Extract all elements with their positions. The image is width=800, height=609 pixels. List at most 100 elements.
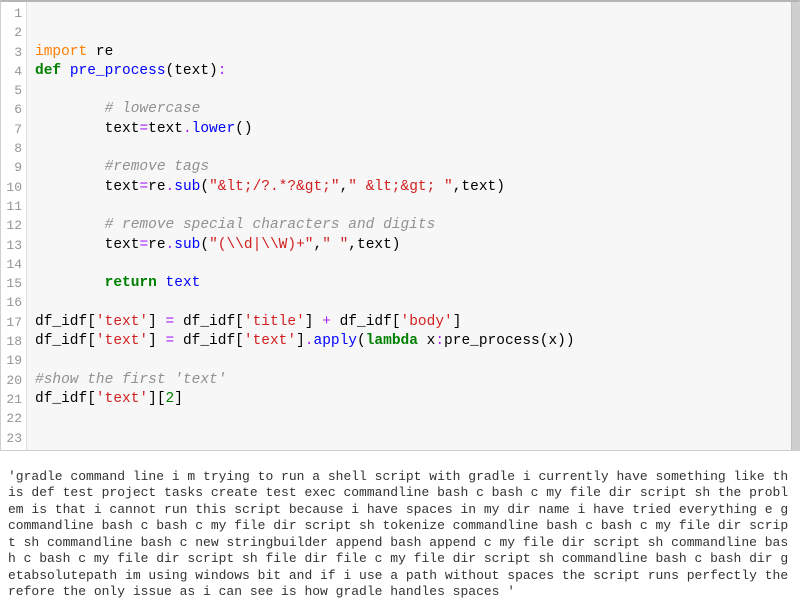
code-token: ] bbox=[296, 333, 305, 349]
code-token: df_idf[ bbox=[174, 314, 244, 330]
code-line bbox=[35, 409, 791, 428]
code-token: text bbox=[105, 237, 140, 253]
code-token: ] bbox=[148, 333, 165, 349]
code-token: text bbox=[105, 121, 140, 137]
line-number: 11 bbox=[3, 197, 22, 216]
code-line: df_idf['text'] = df_idf['text'].apply(la… bbox=[35, 332, 791, 351]
code-token: 'text' bbox=[244, 333, 296, 349]
line-number: 5 bbox=[3, 81, 22, 100]
code-token: "(\\d|\\W)+" bbox=[209, 237, 313, 253]
code-token: lambda bbox=[366, 333, 418, 349]
code-editor[interactable]: import redef pre_process(text): # lowerc… bbox=[27, 2, 791, 450]
code-line: text=re.sub("&lt;/?.*?&gt;"," &lt;&gt; "… bbox=[35, 178, 791, 197]
code-token: re bbox=[148, 237, 165, 253]
code-line bbox=[35, 139, 791, 158]
code-token: = bbox=[166, 314, 175, 330]
code-token: 2 bbox=[166, 391, 175, 407]
line-number: 6 bbox=[3, 100, 22, 119]
code-token: ] bbox=[453, 314, 462, 330]
code-token: . bbox=[183, 121, 192, 137]
code-token: # lowercase bbox=[105, 101, 201, 117]
code-line: import re bbox=[35, 43, 791, 62]
code-token: text bbox=[105, 179, 140, 195]
code-line: return text bbox=[35, 274, 791, 293]
code-token: : bbox=[435, 333, 444, 349]
code-token: ( bbox=[200, 179, 209, 195]
code-line bbox=[35, 429, 791, 448]
code-token: re bbox=[148, 179, 165, 195]
code-line: text=re.sub("(\\d|\\W)+"," ",text) bbox=[35, 236, 791, 255]
line-number: 16 bbox=[3, 293, 22, 312]
code-line: text=text.lower() bbox=[35, 120, 791, 139]
line-number: 7 bbox=[3, 120, 22, 139]
code-token: # remove special characters and digits bbox=[105, 217, 436, 233]
code-token: df_idf[ bbox=[174, 333, 244, 349]
code-line bbox=[35, 197, 791, 216]
line-number: 4 bbox=[3, 62, 22, 81]
code-token: text bbox=[166, 275, 201, 291]
line-number: 12 bbox=[3, 216, 22, 235]
line-number: 15 bbox=[3, 274, 22, 293]
code-line bbox=[35, 23, 791, 42]
code-token: ] bbox=[305, 314, 322, 330]
code-token: ( bbox=[200, 237, 209, 253]
line-number: 18 bbox=[3, 332, 22, 351]
line-number: 22 bbox=[3, 409, 22, 428]
line-number: 20 bbox=[3, 371, 22, 390]
code-token: . bbox=[305, 333, 314, 349]
code-token bbox=[157, 275, 166, 291]
code-token: ,text) bbox=[453, 179, 505, 195]
code-token: . bbox=[166, 237, 175, 253]
code-token: lower bbox=[192, 121, 236, 137]
line-number: 10 bbox=[3, 178, 22, 197]
code-line bbox=[35, 4, 791, 23]
code-line: df_idf['text'] = df_idf['title'] + df_id… bbox=[35, 313, 791, 332]
scrollbar[interactable] bbox=[791, 2, 799, 450]
code-token: 'title' bbox=[244, 314, 305, 330]
line-number: 17 bbox=[3, 313, 22, 332]
line-number: 2 bbox=[3, 23, 22, 42]
line-number: 13 bbox=[3, 236, 22, 255]
code-token: def bbox=[35, 63, 61, 79]
line-number: 19 bbox=[3, 351, 22, 370]
code-line bbox=[35, 351, 791, 370]
code-token: (text) bbox=[166, 63, 218, 79]
line-number: 3 bbox=[3, 43, 22, 62]
code-token: return bbox=[105, 275, 157, 291]
code-line bbox=[35, 293, 791, 312]
code-token: x bbox=[418, 333, 435, 349]
code-token: pre_process(x)) bbox=[444, 333, 575, 349]
code-token: ,text) bbox=[348, 237, 400, 253]
code-token: = bbox=[139, 121, 148, 137]
code-token: sub bbox=[174, 237, 200, 253]
code-token: "&lt;/?.*?&gt;" bbox=[209, 179, 340, 195]
code-line bbox=[35, 81, 791, 100]
code-token: re bbox=[87, 44, 113, 60]
code-token: : bbox=[218, 63, 227, 79]
line-number-gutter: 1234567891011121314151617181920212223 bbox=[1, 2, 27, 450]
code-token: = bbox=[139, 179, 148, 195]
line-number: 9 bbox=[3, 158, 22, 177]
code-line: #remove tags bbox=[35, 158, 791, 177]
code-token: 'text' bbox=[96, 333, 148, 349]
code-cell: 1234567891011121314151617181920212223 im… bbox=[0, 0, 800, 451]
code-token: import bbox=[35, 44, 87, 60]
code-token: ][ bbox=[148, 391, 165, 407]
code-token: = bbox=[139, 237, 148, 253]
code-token: df_idf[ bbox=[331, 314, 401, 330]
code-token: , bbox=[340, 179, 349, 195]
code-token: text bbox=[148, 121, 183, 137]
code-token: df_idf[ bbox=[35, 333, 96, 349]
code-token: ] bbox=[148, 314, 165, 330]
code-token: . bbox=[166, 179, 175, 195]
code-token: 'body' bbox=[401, 314, 453, 330]
output-cell: 'gradle command line i m trying to run a… bbox=[0, 451, 800, 609]
code-token: ( bbox=[357, 333, 366, 349]
code-token: df_idf[ bbox=[35, 314, 96, 330]
code-line: #show the first 'text' bbox=[35, 371, 791, 390]
code-token: #remove tags bbox=[105, 159, 209, 175]
code-line: def pre_process(text): bbox=[35, 62, 791, 81]
code-token: , bbox=[313, 237, 322, 253]
code-token: df_idf[ bbox=[35, 391, 96, 407]
line-number: 23 bbox=[3, 429, 22, 448]
